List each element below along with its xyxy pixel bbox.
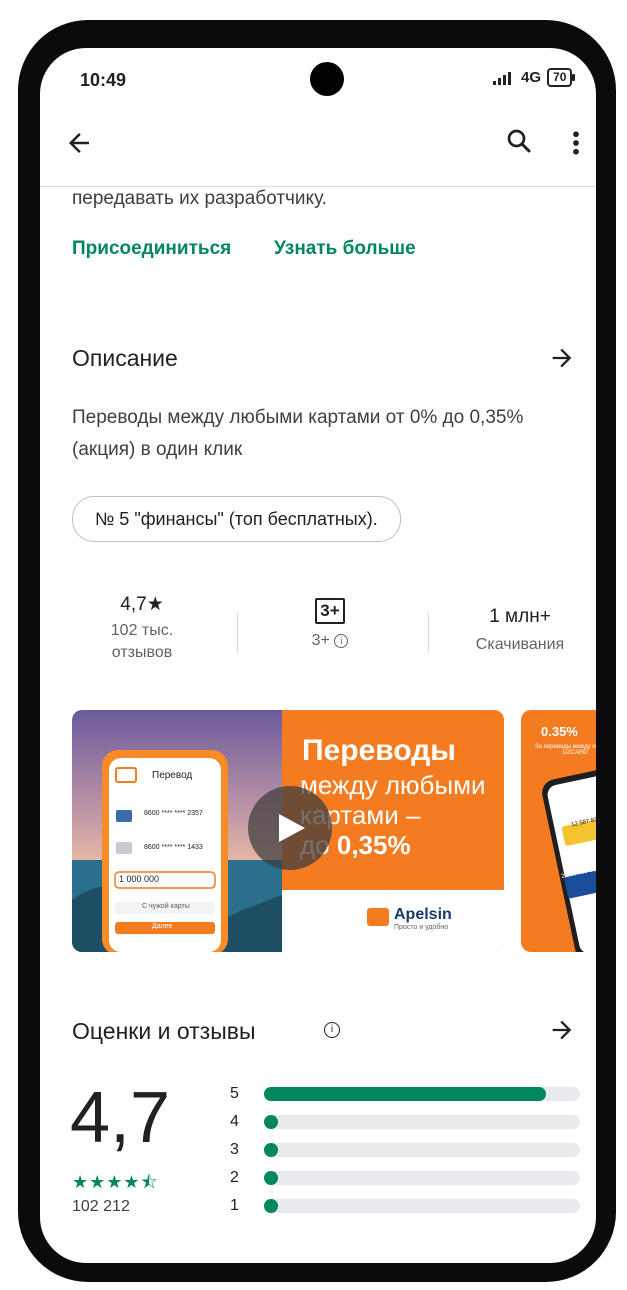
rating-bar-track	[263, 1115, 580, 1129]
reviews-count: 102 тыс.	[110, 622, 174, 639]
screenshot-video[interactable]: Перевод 8600 **** **** 2357 8600 **** **…	[72, 710, 504, 952]
status-indicators: 4G 70	[493, 68, 576, 87]
rating-bar-label: 4	[230, 1113, 239, 1130]
brand-tagline: Просто и удобно	[394, 924, 449, 931]
rating-bar-label: 5	[230, 1085, 239, 1102]
category-chip[interactable]: № 5 "финансы" (топ бесплатных).	[72, 496, 401, 542]
promo-headline-2: между любыми	[300, 770, 486, 800]
rating-stat[interactable]: 4,7★ 102 тыс. отзывов	[92, 593, 192, 662]
arrow-right-icon	[552, 1020, 572, 1040]
age-badge: 3+	[315, 598, 345, 624]
rating-total: 102 212	[72, 1198, 130, 1215]
stat-divider	[237, 613, 238, 653]
downloads-value: 1 млн+	[489, 606, 551, 627]
play-icon	[279, 814, 305, 842]
arrow-right-icon	[552, 348, 572, 368]
reviews-label: отзывов	[111, 644, 173, 661]
more-vert-icon	[573, 131, 579, 155]
rating-value: 4,7	[120, 594, 147, 615]
status-time: 10:49	[80, 70, 127, 90]
continue-button: Далее	[152, 923, 173, 930]
rating-bar-row: 1	[230, 1192, 580, 1220]
card-to: 8600 **** **** 1433	[144, 844, 203, 851]
rating-bar-row: 5	[230, 1080, 580, 1108]
join-link[interactable]: Присоединиться	[72, 238, 231, 260]
age-label: 3+	[311, 632, 330, 649]
info-icon: i	[334, 633, 349, 648]
rating-bar-track	[263, 1171, 580, 1185]
rating-bar-row: 2	[230, 1164, 580, 1192]
rating-bar-label: 2	[230, 1169, 239, 1186]
search-icon	[507, 129, 531, 153]
rating-bar-fill	[263, 1087, 546, 1101]
top-bar-divider	[40, 186, 596, 187]
promo-headline-percent: 0,35%	[336, 830, 411, 860]
rating-bar-track	[263, 1143, 580, 1157]
downloads-label: Скачивания	[475, 636, 565, 653]
rating-bar-row: 4	[230, 1108, 580, 1136]
rating-big-score: 4,7	[70, 1078, 171, 1158]
rating-bar-fill	[263, 1115, 278, 1129]
more-options-button[interactable]	[570, 128, 582, 163]
learn-more-link[interactable]: Узнать больше	[274, 238, 416, 260]
description-text: Переводы между любыми картами от 0% до 0…	[72, 407, 524, 460]
play-button[interactable]	[248, 786, 332, 870]
stat-divider	[428, 613, 429, 653]
phone-title: Перевод	[152, 770, 193, 781]
ratings-arrow-button[interactable]	[548, 1016, 576, 1049]
arrow-left-icon	[69, 133, 89, 153]
description-title[interactable]: Описание	[72, 345, 178, 372]
rating-bar-track	[263, 1087, 580, 1101]
ratings-title[interactable]: Оценки и отзывы	[72, 1018, 255, 1045]
screenshot-2[interactable]: 0.35% За переводы между картами UZCARD 1…	[521, 710, 596, 952]
battery-icon: 70	[547, 68, 576, 87]
rating-bar-fill	[263, 1143, 278, 1157]
rating-bar-fill	[263, 1171, 278, 1185]
signal-icon	[493, 71, 511, 85]
amount-field: 1 000 000	[119, 874, 160, 884]
front-camera	[310, 62, 344, 96]
rating-value-row: 4,7★	[92, 593, 192, 616]
promo-headline-1: Переводы	[302, 734, 456, 767]
rating-stars: ★★★★⯪	[72, 1172, 159, 1192]
shot2-phone-illustration	[542, 768, 596, 952]
downloads-stat[interactable]: 1 млн+ Скачивания	[460, 606, 580, 654]
rating-bar-row: 3	[230, 1136, 580, 1164]
age-rating-stat[interactable]: 3+ 3+ i	[280, 598, 380, 650]
rating-bar-label: 1	[230, 1197, 239, 1214]
age-badge-wrap: 3+	[280, 598, 380, 624]
rating-bar-label: 3	[230, 1141, 239, 1158]
age-label-row: 3+ i	[280, 632, 380, 650]
info-icon[interactable]: i	[324, 1022, 340, 1038]
description-arrow-button[interactable]	[548, 344, 576, 377]
back-button[interactable]	[64, 128, 94, 163]
rating-bar-fill	[263, 1199, 278, 1213]
brand-name: Apelsin	[394, 906, 452, 923]
search-button[interactable]	[504, 126, 534, 161]
star-icon: ★	[146, 594, 164, 615]
network-type: 4G	[521, 69, 542, 86]
rating-distribution: 5 4 3 2 1	[230, 1080, 580, 1220]
phone-screen: 10:49 4G 70 передавать их разработчику. …	[40, 48, 596, 1263]
rating-bar-track	[263, 1199, 580, 1213]
select-card: С чужой карты	[142, 903, 190, 910]
card-from: 8600 **** **** 2357	[144, 810, 203, 817]
beta-description-text: передавать их разработчику.	[72, 188, 327, 209]
